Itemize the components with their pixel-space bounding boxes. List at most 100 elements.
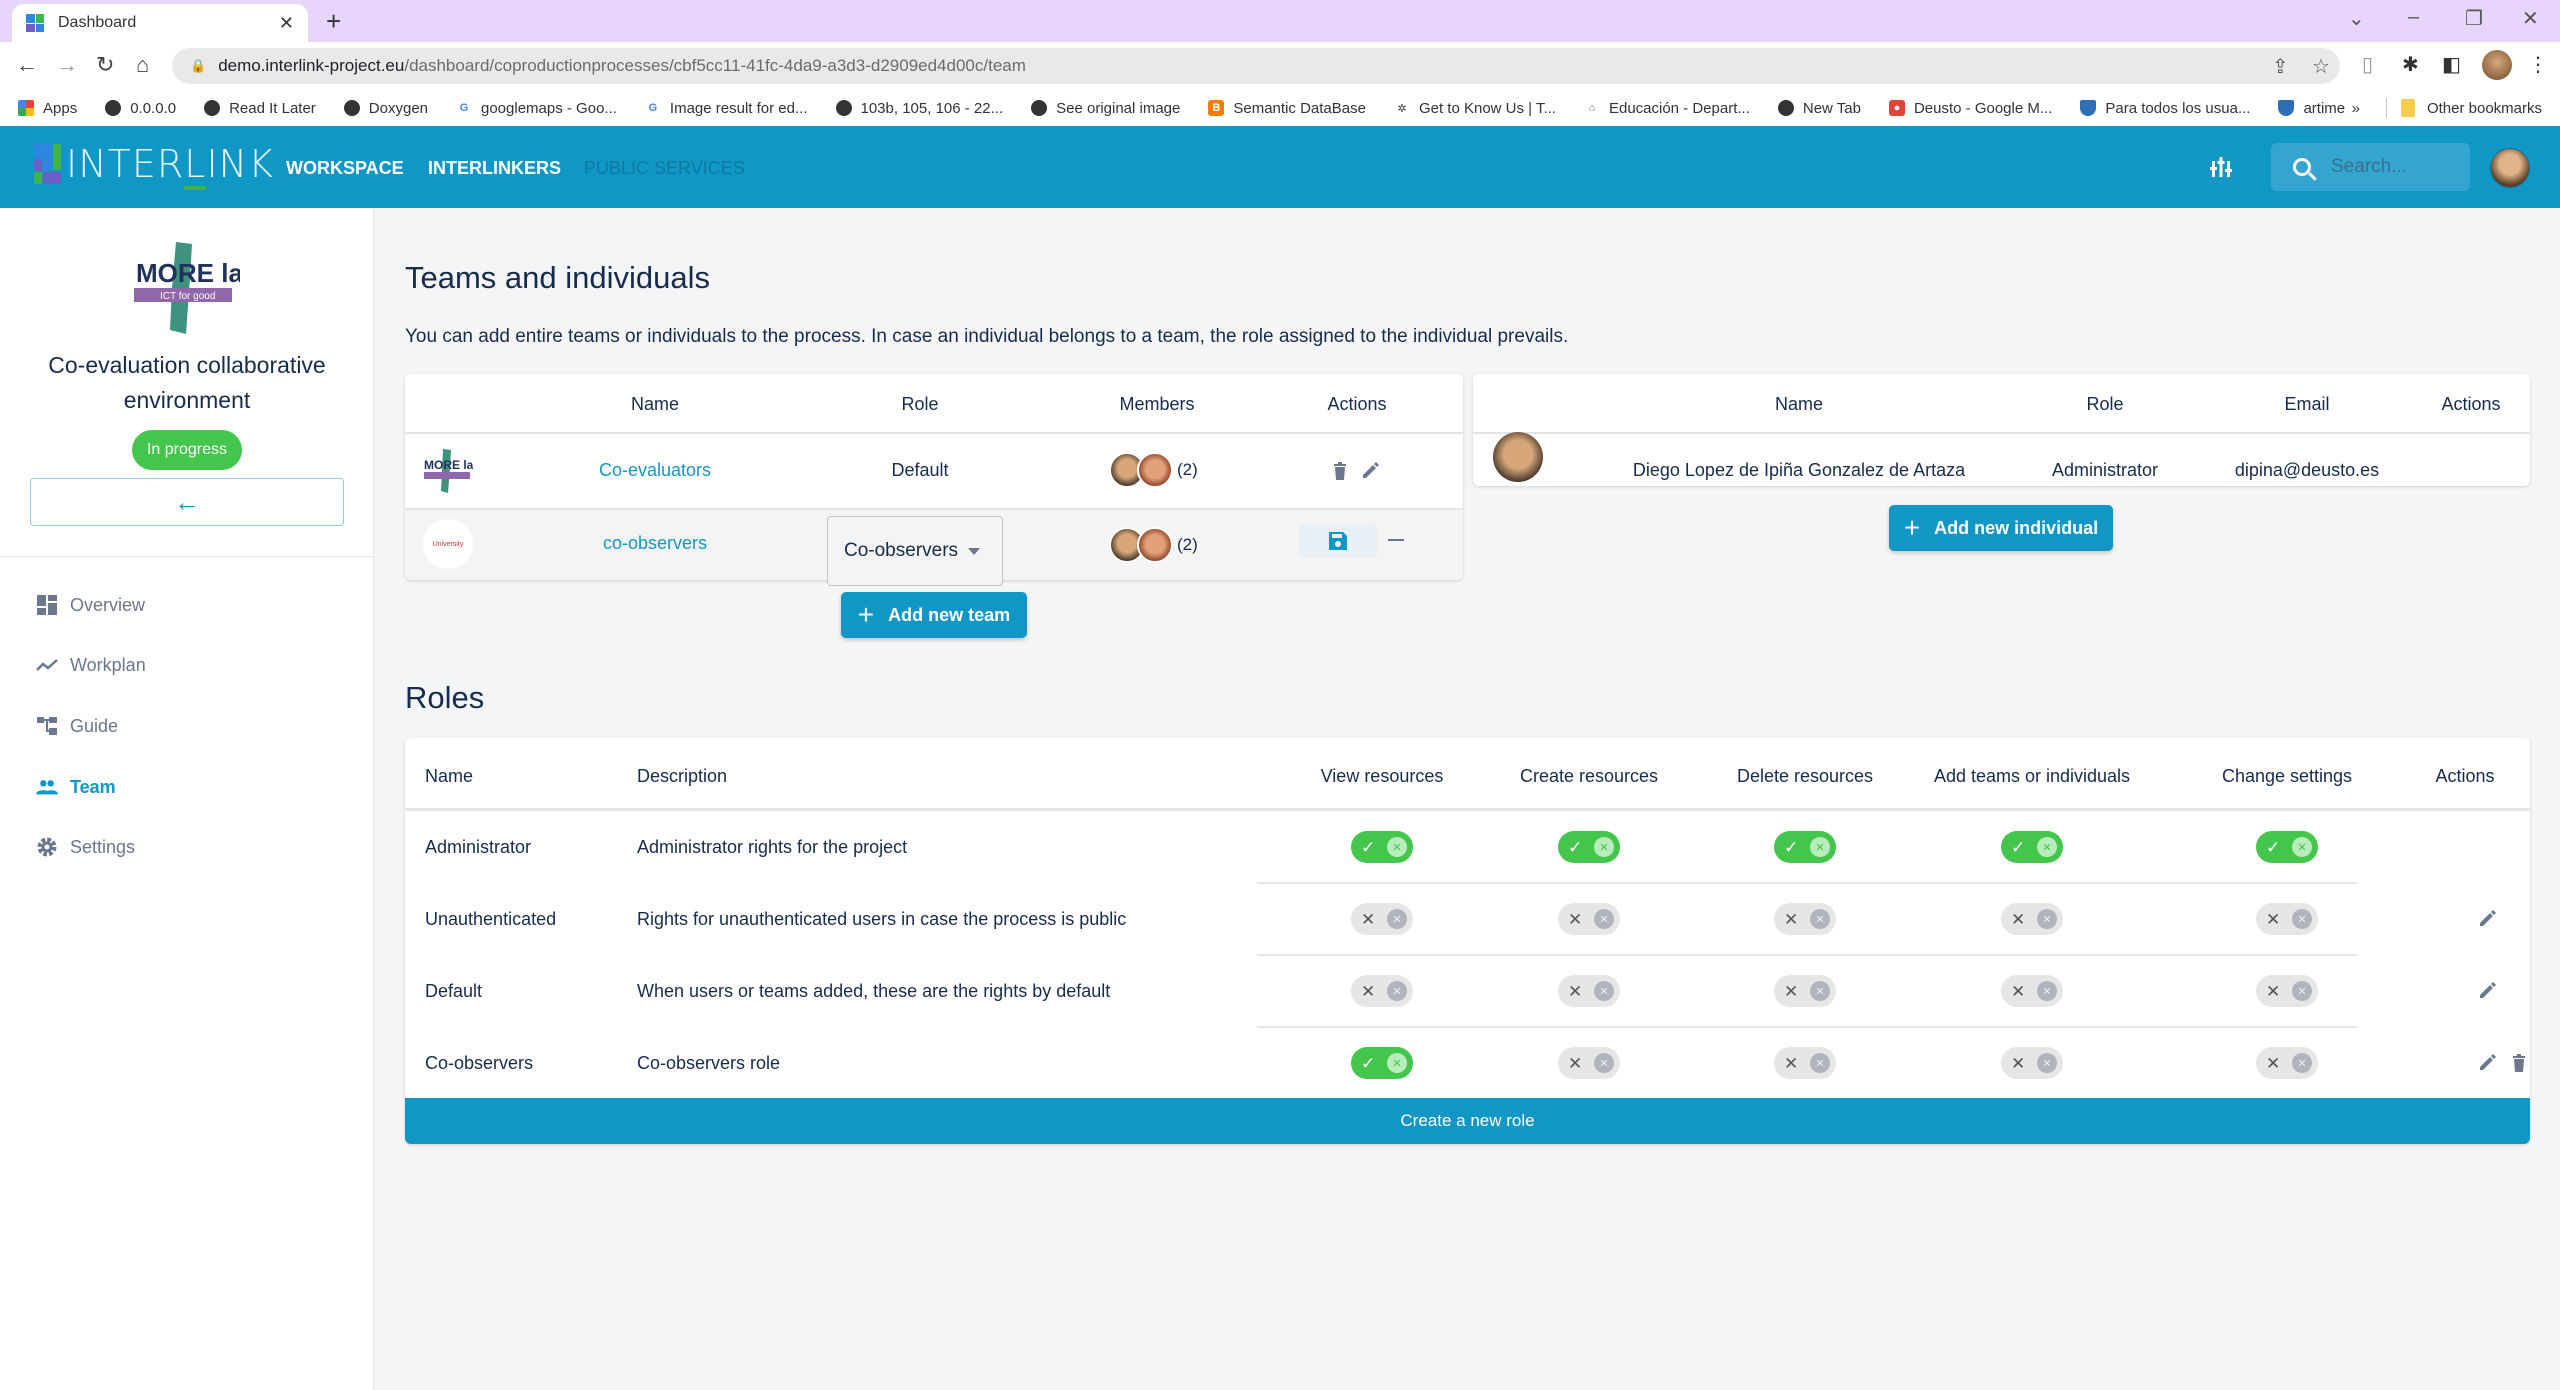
globe-icon <box>835 100 852 116</box>
bookmark-item[interactable]: ● Deusto - Google M... <box>1888 100 2052 117</box>
check-icon: ✓ <box>2266 837 2281 857</box>
toggle-knob-x-icon: ✕ <box>2292 981 2312 1001</box>
team-name-link[interactable]: co-observers <box>575 533 735 554</box>
permission-toggle[interactable]: ✕ ✕ <box>1774 1047 1836 1079</box>
globe-icon <box>204 100 221 116</box>
sidebar-item-settings[interactable]: Settings <box>36 836 135 858</box>
reload-icon[interactable]: ↻ <box>96 52 114 78</box>
other-bookmarks[interactable]: Other bookmarks <box>2427 100 2542 117</box>
new-tab-icon[interactable]: + <box>326 6 341 37</box>
delete-role-button[interactable] <box>2507 1051 2531 1075</box>
edit-team-button[interactable] <box>1359 458 1381 484</box>
side-panel-icon[interactable]: ◧ <box>2442 52 2461 77</box>
user-avatar[interactable] <box>2490 148 2530 188</box>
edit-role-button[interactable] <box>2475 907 2499 931</box>
column-header: Actions <box>2435 766 2495 786</box>
forward-icon[interactable]: → <box>56 52 78 78</box>
profile-avatar[interactable] <box>2482 50 2512 80</box>
permission-toggle[interactable]: ✓ ✕ <box>2256 831 2318 863</box>
save-team-button[interactable] <box>1299 524 1377 558</box>
team-role-select[interactable]: Co-observers <box>827 516 1003 586</box>
bookmark-item[interactable]: Ggooglemaps - Goo... <box>456 100 617 117</box>
permission-toggle[interactable]: ✓ ✕ <box>1351 1047 1413 1079</box>
team-name-link[interactable]: Co-evaluators <box>575 460 735 481</box>
url-field[interactable]: 🔒 demo.interlink-project.eu/dashboard/co… <box>172 48 2340 84</box>
nav-workspace[interactable]: WORKSPACE <box>286 158 404 179</box>
permission-toggle[interactable]: ✕ ✕ <box>1351 975 1413 1007</box>
sidebar-item-team[interactable]: Team <box>36 776 116 798</box>
permission-toggle[interactable]: ✕ ✕ <box>1774 903 1836 935</box>
tune-icon[interactable] <box>2210 155 2232 186</box>
bookmark-item[interactable]: Doxygen <box>343 100 428 117</box>
nav-public-services[interactable]: PUBLIC SERVICES <box>584 158 745 179</box>
column-header: Description <box>637 766 728 786</box>
back-button[interactable]: ← <box>30 478 344 526</box>
team-members[interactable]: (2) <box>1109 527 1198 563</box>
sidebar-item-overview[interactable]: Overview <box>36 594 145 616</box>
bookmark-item[interactable]: G Image result for ed... <box>645 100 808 117</box>
column-header: Actions <box>1327 394 1387 414</box>
minimize-icon[interactable]: – <box>2408 6 2419 29</box>
chrome-menu-icon[interactable]: ⋮ <box>2528 52 2548 77</box>
permission-toggle[interactable]: ✕ ✕ <box>2001 1047 2063 1079</box>
sidebar-item-workplan[interactable]: Workplan <box>36 654 146 676</box>
delete-team-button[interactable] <box>1329 458 1351 484</box>
project-title: Co-evaluation collaborative environment <box>48 352 326 413</box>
permission-toggle[interactable]: ✓ ✕ <box>2001 831 2063 863</box>
close-tab-icon[interactable]: ✕ <box>279 13 294 34</box>
bookmark-item[interactable]: Read It Later <box>204 100 316 117</box>
nav-interlinkers[interactable]: INTERLINKERS <box>428 158 561 179</box>
team-members[interactable]: (2) <box>1109 452 1198 488</box>
edit-role-button[interactable] <box>2475 1051 2499 1075</box>
bookmark-item[interactable]: artime <box>2278 100 2345 117</box>
interlink-logo[interactable]: INTERLINK <box>34 142 274 190</box>
edit-role-button[interactable] <box>2475 979 2499 1003</box>
bookmark-item[interactable]: ⌂ Educación - Depart... <box>1584 100 1750 117</box>
back-icon[interactable]: ← <box>16 52 38 78</box>
x-icon: ✕ <box>1568 909 1583 929</box>
permission-toggle[interactable]: ✕ ✕ <box>1774 975 1836 1007</box>
tab-search-icon[interactable]: ⌄ <box>2348 6 2365 31</box>
table-row: Diego Lopez de Ipiña Gonzalez de Artaza … <box>1473 432 2530 486</box>
permission-toggle[interactable]: ✕ ✕ <box>2001 903 2063 935</box>
bookmark-item[interactable]: New Tab <box>1777 100 1861 117</box>
reading-list-icon[interactable]: ▯ <box>2362 52 2373 77</box>
extensions-icon[interactable]: ✱ <box>2402 52 2419 77</box>
search-input[interactable] <box>2331 156 2451 178</box>
bookmark-item[interactable]: 0.0.0.0 <box>105 100 176 117</box>
bookmark-item[interactable]: Para todos los usua... <box>2080 100 2250 117</box>
permission-toggle[interactable]: ✓ ✕ <box>1351 831 1413 863</box>
add-new-team-button[interactable]: + Add new team <box>841 592 1027 638</box>
bookmark-item[interactable]: See original image <box>1031 100 1180 117</box>
cancel-edit-button[interactable] <box>1385 532 1407 548</box>
bookmark-item[interactable]: Apps <box>18 100 77 117</box>
create-role-button[interactable]: Create a new role <box>405 1098 2530 1144</box>
sidebar-item-guide[interactable]: Guide <box>36 715 118 737</box>
lock-icon: 🔒 <box>190 58 207 73</box>
bookmark-item[interactable]: 103b, 105, 106 - 22... <box>835 100 1003 117</box>
permission-toggle[interactable]: ✕ ✕ <box>1558 975 1620 1007</box>
bookmark-item[interactable]: ✲ Get to Know Us | T... <box>1394 100 1556 117</box>
individual-role: Administrator <box>2051 460 2159 480</box>
share-icon[interactable]: ⇪ <box>2272 54 2289 79</box>
permission-toggle[interactable]: ✕ ✕ <box>2001 975 2063 1007</box>
permission-toggle[interactable]: ✕ ✕ <box>1558 903 1620 935</box>
close-window-icon[interactable]: ✕ <box>2522 6 2539 31</box>
permission-toggle[interactable]: ✕ ✕ <box>1558 1047 1620 1079</box>
permission-toggle[interactable]: ✓ ✕ <box>1558 831 1620 863</box>
home-icon[interactable]: ⌂ <box>136 52 149 78</box>
permission-toggle[interactable]: ✕ ✕ <box>1351 903 1413 935</box>
permission-toggle[interactable]: ✕ ✕ <box>2256 975 2318 1007</box>
table-row: Administrator Administrator rights for th… <box>405 811 2530 884</box>
bookmark-star-icon[interactable]: ☆ <box>2312 54 2330 79</box>
bookmarks-overflow-button[interactable]: » <box>2352 100 2360 117</box>
permission-toggle[interactable]: ✓ ✕ <box>1774 831 1836 863</box>
search-box[interactable] <box>2271 143 2470 191</box>
permission-toggle[interactable]: ✕ ✕ <box>2256 1047 2318 1079</box>
bookmark-item[interactable]: B Semantic DataBase <box>1208 100 1366 117</box>
browser-tab[interactable]: Dashboard ✕ <box>12 4 308 42</box>
arrow-left-icon: ← <box>174 486 200 517</box>
add-new-individual-button[interactable]: + Add new individual <box>1889 505 2113 551</box>
restore-icon[interactable]: ❐ <box>2465 6 2483 31</box>
permission-toggle[interactable]: ✕ ✕ <box>2256 903 2318 935</box>
